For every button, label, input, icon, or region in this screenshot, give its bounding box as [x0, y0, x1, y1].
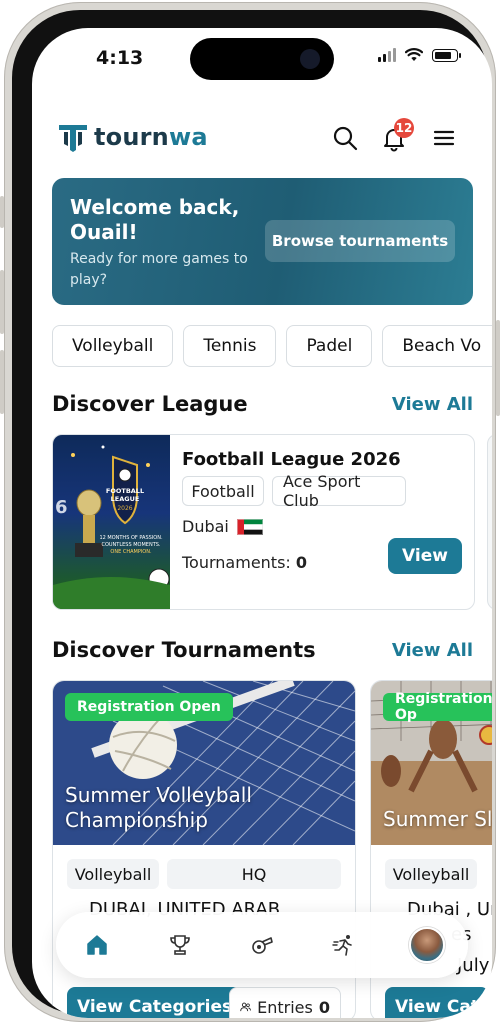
logo-text: tournwa: [94, 123, 208, 151]
tournaments-view-all-link[interactable]: View All: [392, 640, 473, 661]
discover-league-title: Discover League: [52, 392, 248, 416]
users-icon: [240, 1002, 251, 1012]
logo-text-suffix: wa: [168, 123, 208, 151]
trophy-icon: [169, 935, 190, 955]
discover-tournaments-title: Discover Tournaments: [52, 638, 316, 662]
welcome-banner: Welcome back, Ouail! Ready for more game…: [52, 178, 473, 305]
bottom-navigation: [56, 912, 468, 978]
cellular-signal-icon: [378, 48, 396, 62]
chip-volleyball[interactable]: Volleyball: [52, 325, 174, 367]
chip-tennis[interactable]: Tennis: [183, 325, 277, 367]
chip-beach-volleyball[interactable]: Beach Vo: [382, 325, 492, 367]
poster-tagline1: 12 MONTHS OF PASSION.: [99, 535, 163, 541]
poster-tagline3: ONE CHAMPION.: [110, 549, 152, 555]
entries-label: Entries: [257, 997, 313, 1017]
tournament-sport-tag: Volleyball: [385, 859, 477, 889]
app-header: tournwa 12: [32, 114, 492, 162]
poster-number: 6: [55, 497, 68, 518]
league-tag-sport: Football: [182, 476, 264, 506]
phone-power-button: [496, 320, 500, 416]
league-name: Football League 2026: [182, 449, 401, 470]
poster-year: 2026: [117, 505, 132, 512]
league-location: Dubai: [182, 517, 263, 536]
league-tag-club: Ace Sport Club: [272, 472, 406, 510]
app-screen: 4:13 tournwa 12 Welcome back, Ouail! Rea…: [32, 28, 492, 1018]
phone-bezel: 4:13 tournwa 12 Welcome back, Ouail! Rea…: [12, 10, 492, 1018]
logo-text-prefix: tourn: [94, 123, 169, 151]
runner-icon: [332, 935, 353, 956]
battery-icon: [432, 48, 461, 62]
league-city: Dubai: [182, 517, 229, 536]
nav-home[interactable]: [77, 925, 117, 965]
league-view-all-link[interactable]: View All: [392, 394, 473, 415]
registration-open-badge: Registration Op: [383, 691, 492, 723]
entries-button[interactable]: Entries 0: [229, 987, 341, 1018]
nav-trophy[interactable]: [160, 925, 200, 965]
sport-filter-chips: Volleyball Tennis Padel Beach Vo: [52, 325, 492, 367]
status-icons: [378, 48, 461, 62]
welcome-subtitle: Ready for more games to play?: [70, 251, 248, 288]
tournament-sport-tag: Volleyball: [67, 859, 159, 889]
league-view-button[interactable]: View: [388, 538, 462, 574]
notification-badge: 12: [394, 118, 414, 138]
next-league-card-peek[interactable]: [487, 434, 492, 610]
search-icon[interactable]: [331, 124, 359, 152]
view-categories-button[interactable]: View Categories: [67, 987, 243, 1018]
league-poster-art: FOOTBALL LEAGUE 2026 6 12 MONTHS OF PASS…: [53, 445, 170, 609]
league-tournaments-label: Tournaments:: [182, 553, 291, 572]
league-card[interactable]: FOOTBALL LEAGUE 2026 6 12 MONTHS OF PASS…: [52, 434, 475, 610]
status-time: 4:13: [96, 47, 144, 69]
nav-activities[interactable]: [324, 925, 364, 965]
welcome-title: Welcome back, Ouail!: [70, 195, 240, 244]
dynamic-island: [190, 38, 334, 80]
chip-padel[interactable]: Padel: [286, 325, 373, 367]
entries-count: 0: [318, 997, 330, 1017]
uae-flag-icon: [236, 518, 263, 535]
league-tournaments-count: Tournaments: 0: [182, 553, 307, 572]
nav-profile[interactable]: [407, 925, 447, 965]
poster-tagline2: COUNTLESS MOMENTS.: [101, 542, 160, 548]
tournament-venue-tag: HQ: [167, 859, 341, 889]
menu-icon[interactable]: [430, 124, 458, 152]
whistle-icon: [252, 937, 273, 954]
avatar: [408, 927, 445, 963]
registration-open-badge: Registration Open: [65, 693, 233, 721]
wifi-icon: [405, 48, 423, 61]
view-categories-button[interactable]: View Cat: [385, 987, 489, 1018]
camera-icon: [300, 49, 320, 69]
phone-frame: 4:13 tournwa 12 Welcome back, Ouail! Rea…: [4, 2, 496, 1022]
nav-whistle[interactable]: [242, 925, 282, 965]
poster-title-line1: FOOTBALL: [106, 487, 144, 495]
browse-tournaments-button[interactable]: Browse tournaments: [265, 220, 455, 262]
poster-title-line2: LEAGUE: [111, 495, 140, 503]
tournwa-logo[interactable]: tournwa: [56, 120, 208, 154]
league-poster-image: FOOTBALL LEAGUE 2026 6 12 MONTHS OF PASS…: [53, 435, 170, 609]
logo-mark-icon: [59, 125, 87, 152]
home-icon: [87, 935, 107, 955]
league-tournaments-value: 0: [295, 553, 308, 572]
